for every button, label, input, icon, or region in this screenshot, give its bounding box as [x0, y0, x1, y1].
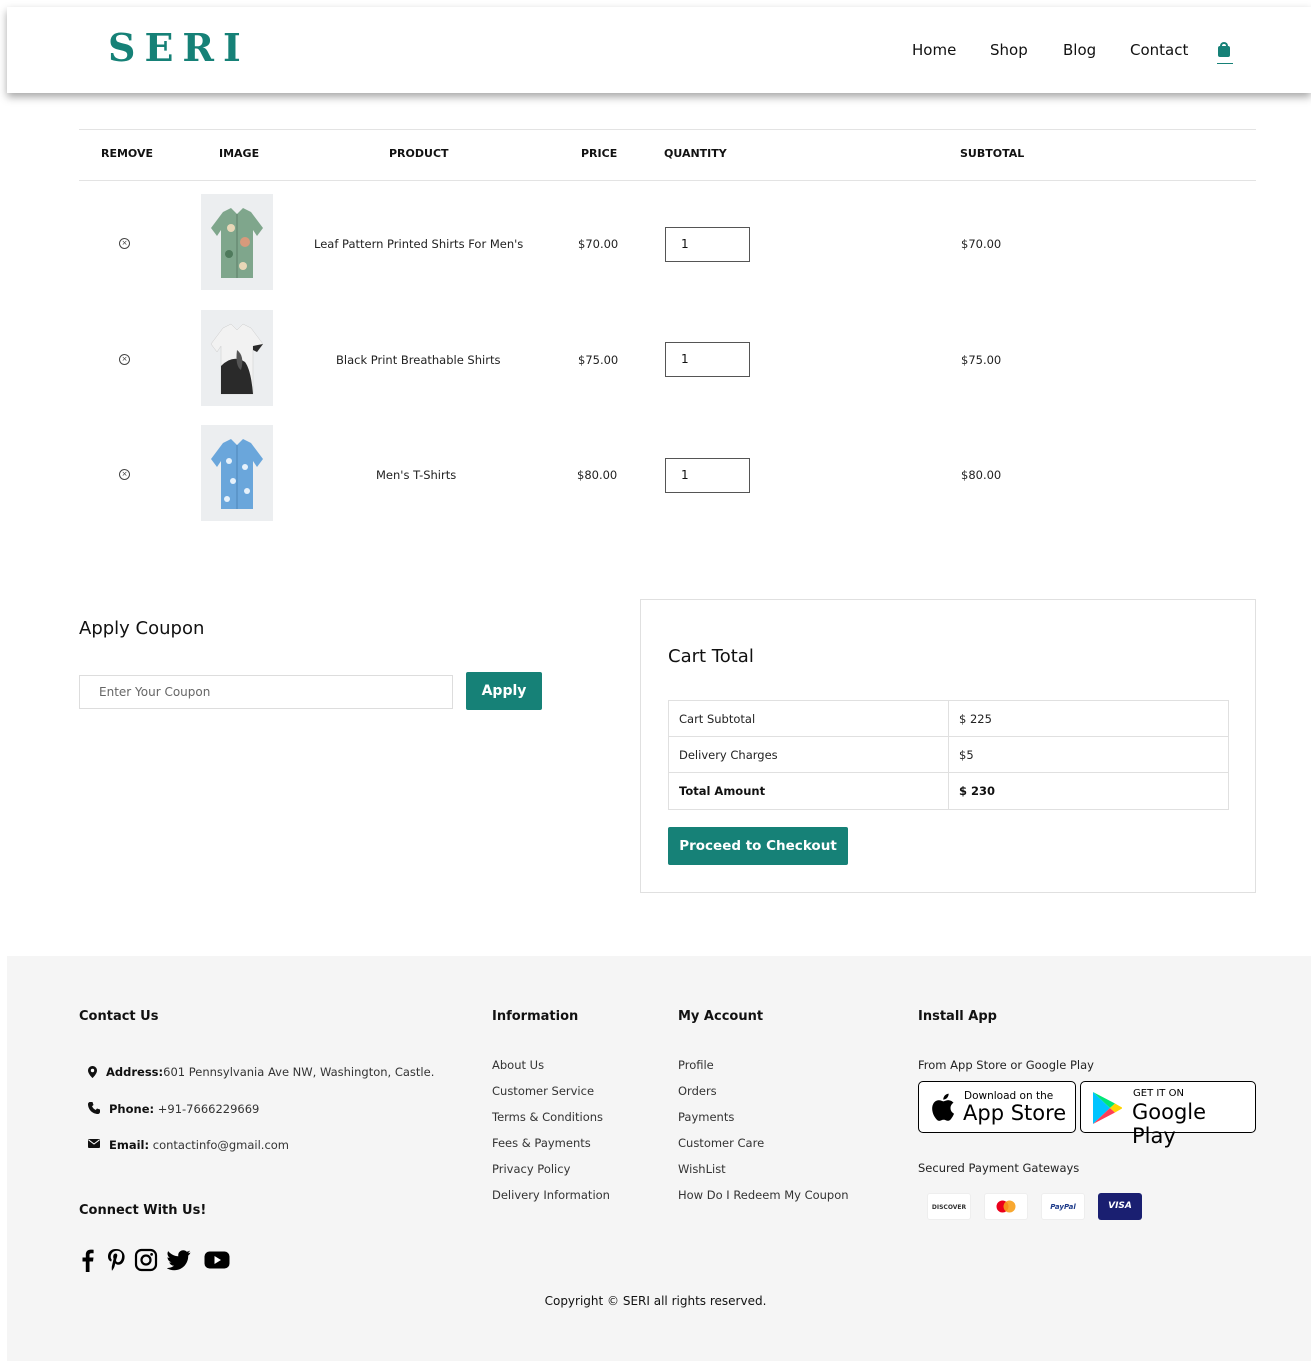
twitter-icon[interactable]	[167, 1248, 191, 1272]
footer-link-privacy-policy[interactable]: Privacy Policy	[492, 1162, 570, 1176]
product-price: $75.00	[578, 353, 619, 367]
product-image[interactable]	[201, 194, 273, 290]
site-logo[interactable]: SERI	[108, 25, 250, 70]
paypal-icon: PayPal	[1041, 1193, 1085, 1220]
totals-value: $ 230	[959, 784, 996, 798]
remove-item-icon[interactable]: ×	[119, 238, 130, 249]
footer-link-payments[interactable]: Payments	[678, 1110, 734, 1124]
totals-label: Total Amount	[679, 784, 766, 798]
install-app-subtitle: From App Store or Google Play	[918, 1058, 1094, 1072]
shopping-bag-icon[interactable]	[1217, 42, 1233, 66]
product-price: $80.00	[577, 468, 618, 482]
contact-phone[interactable]: Phone: +91-7666229669	[109, 1102, 259, 1116]
product-image[interactable]	[201, 425, 273, 521]
mastercard-icon	[984, 1193, 1028, 1220]
google-play-small-text: GET IT ON	[1133, 1088, 1184, 1099]
nav-home[interactable]: Home	[912, 41, 956, 59]
table-header-border	[79, 180, 1256, 181]
quantity-input[interactable]: 1	[665, 458, 750, 493]
app-store-button[interactable]: Download on the App Store	[918, 1081, 1076, 1133]
contact-email[interactable]: Email: contactinfo@gmail.com	[109, 1138, 289, 1152]
totals-row: Delivery Charges $5	[669, 737, 1228, 773]
col-product: PRODUCT	[389, 147, 449, 160]
quantity-input[interactable]: 1	[665, 342, 750, 377]
product-name[interactable]: Leaf Pattern Printed Shirts For Men's	[314, 237, 523, 251]
footer-link-customer-service[interactable]: Customer Service	[492, 1084, 594, 1098]
product-subtotal: $75.00	[961, 353, 1002, 367]
footer-link-customer-care[interactable]: Customer Care	[678, 1136, 764, 1150]
product-image[interactable]	[201, 310, 273, 406]
youtube-icon[interactable]	[204, 1248, 230, 1272]
totals-table: Cart Subtotal $ 225 Delivery Charges $5 …	[668, 700, 1229, 810]
account-heading: My Account	[678, 1009, 764, 1024]
totals-value: $ 225	[959, 712, 992, 726]
apple-icon	[932, 1093, 954, 1121]
table-top-border	[79, 129, 1256, 130]
instagram-icon[interactable]	[134, 1248, 158, 1272]
footer-link-redeem-coupon[interactable]: How Do I Redeem My Coupon	[678, 1188, 849, 1202]
product-name[interactable]: Black Print Breathable Shirts	[336, 353, 500, 367]
nav-shop[interactable]: Shop	[990, 41, 1028, 59]
totals-label: Delivery Charges	[679, 748, 778, 762]
product-subtotal: $70.00	[961, 237, 1002, 251]
remove-item-icon[interactable]: ×	[119, 354, 130, 365]
discover-card-icon: DISCOVER	[927, 1193, 971, 1220]
google-play-icon	[1093, 1092, 1122, 1124]
phone-icon	[88, 1102, 100, 1114]
totals-label: Cart Subtotal	[679, 712, 756, 726]
facebook-icon[interactable]	[76, 1248, 100, 1272]
connect-heading: Connect With Us!	[79, 1203, 207, 1218]
product-name[interactable]: Men's T-Shirts	[376, 468, 456, 482]
footer-link-about-us[interactable]: About Us	[492, 1058, 544, 1072]
col-quantity: QUANTITY	[664, 147, 727, 160]
footer-link-orders[interactable]: Orders	[678, 1084, 717, 1098]
app-store-big-text: App Store	[963, 1101, 1067, 1125]
install-app-heading: Install App	[918, 1009, 997, 1024]
location-pin-icon	[88, 1066, 97, 1078]
pinterest-icon[interactable]	[104, 1248, 128, 1272]
footer-link-fees-payments[interactable]: Fees & Payments	[492, 1136, 591, 1150]
product-subtotal: $80.00	[961, 468, 1002, 482]
contact-address: Address:601 Pennsylvania Ave NW, Washing…	[106, 1065, 435, 1079]
product-price: $70.00	[578, 237, 619, 251]
payment-gateways-title: Secured Payment Gateways	[918, 1161, 1080, 1175]
google-play-button[interactable]: GET IT ON Google Play	[1080, 1081, 1256, 1148]
quantity-input[interactable]: 1	[665, 227, 750, 262]
col-remove: REMOVE	[101, 147, 154, 160]
contact-heading: Contact Us	[79, 1009, 159, 1024]
information-heading: Information	[492, 1009, 579, 1024]
cart-total-panel: Cart Total Cart Subtotal $ 225 Delivery …	[640, 599, 1256, 893]
coupon-input[interactable]: Enter Your Coupon	[79, 675, 453, 709]
col-price: PRICE	[581, 147, 618, 160]
remove-item-icon[interactable]: ×	[119, 469, 130, 480]
nav-contact[interactable]: Contact	[1130, 41, 1188, 59]
email-icon	[88, 1139, 100, 1148]
apply-coupon-button[interactable]: Apply	[466, 672, 542, 710]
footer-link-delivery-information[interactable]: Delivery Information	[492, 1188, 610, 1202]
col-image: IMAGE	[219, 147, 260, 160]
nav-blog[interactable]: Blog	[1063, 41, 1096, 59]
visa-card-icon: VISA	[1098, 1193, 1142, 1220]
copyright-text: Copyright © SERI all rights reserved.	[544, 1294, 767, 1308]
cart-total-title: Cart Total	[668, 646, 754, 667]
footer-link-wishlist[interactable]: WishList	[678, 1162, 726, 1176]
footer-link-terms[interactable]: Terms & Conditions	[492, 1110, 603, 1124]
site-header: SERI Home Shop Blog Contact	[7, 7, 1311, 93]
totals-value: $5	[959, 748, 974, 762]
footer-link-profile[interactable]: Profile	[678, 1058, 714, 1072]
totals-row: Cart Subtotal $ 225	[669, 701, 1228, 737]
google-play-big-text: Google Play	[1132, 1100, 1207, 1148]
totals-row: Total Amount $ 230	[669, 773, 1228, 809]
coupon-title: Apply Coupon	[79, 618, 205, 639]
col-subtotal: SUBTOTAL	[960, 147, 1025, 160]
checkout-button[interactable]: Proceed to Checkout	[668, 827, 848, 865]
